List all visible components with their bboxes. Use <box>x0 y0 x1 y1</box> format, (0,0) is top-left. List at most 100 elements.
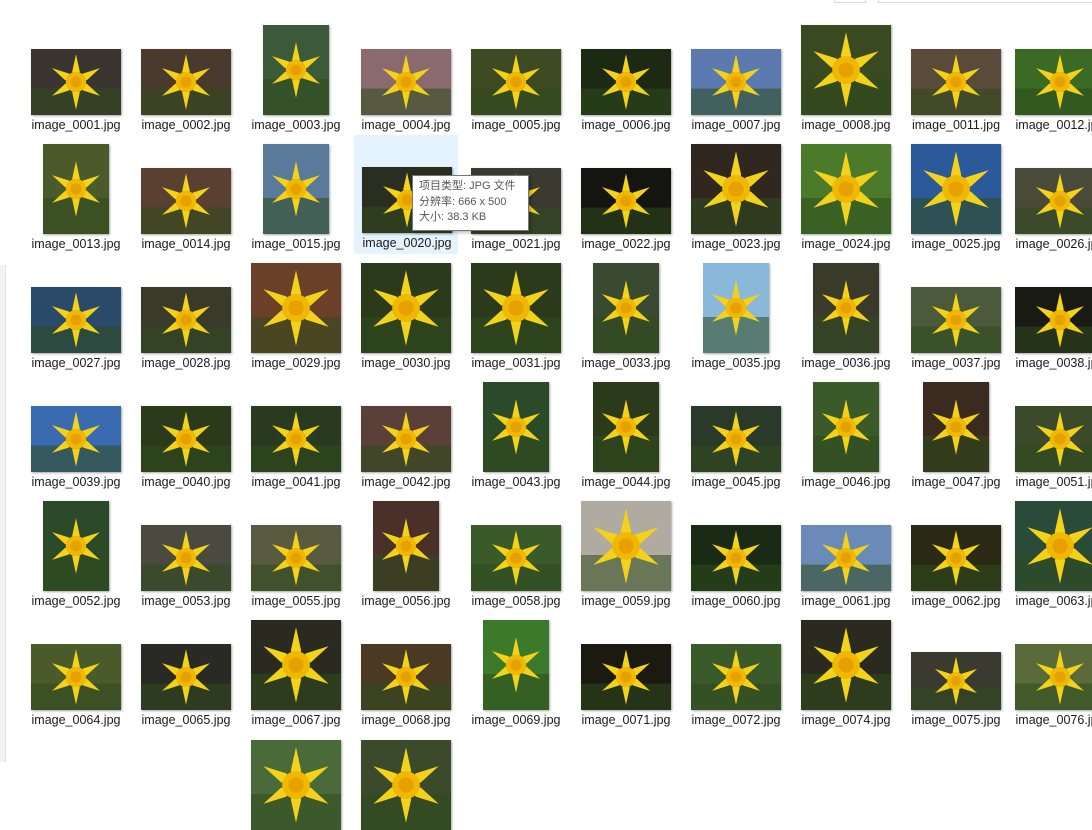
image-thumbnail <box>141 406 231 472</box>
image-thumbnail <box>251 263 341 353</box>
file-item[interactable]: image_0053.jpg <box>134 492 238 611</box>
file-item[interactable]: image_0029.jpg <box>244 254 348 373</box>
image-thumbnail <box>703 263 769 353</box>
image-thumbnail <box>691 644 781 710</box>
file-item[interactable]: image_0045.jpg <box>684 373 788 492</box>
file-item[interactable]: image_0014.jpg <box>134 135 238 254</box>
file-item[interactable]: image_0063.jpg <box>1008 492 1092 611</box>
file-item[interactable]: image_0026.jpg <box>1008 135 1092 254</box>
file-item[interactable]: image_0039.jpg <box>24 373 128 492</box>
file-item[interactable]: image_0022.jpg <box>574 135 678 254</box>
image-thumbnail <box>141 49 231 115</box>
file-name-label: image_0028.jpg <box>141 356 231 370</box>
file-item[interactable]: image_0008.jpg <box>794 16 898 135</box>
file-item[interactable]: image_0028.jpg <box>134 254 238 373</box>
file-item[interactable]: image_0035.jpg <box>684 254 788 373</box>
navigation-pane-edge <box>0 265 6 762</box>
file-item[interactable]: image_0074.jpg <box>794 611 898 730</box>
search-box-edge[interactable] <box>878 0 1092 3</box>
file-item[interactable]: image_0059.jpg <box>574 492 678 611</box>
file-name-label: image_0062.jpg <box>911 594 1001 608</box>
file-name-label: image_0063.jpg <box>1015 594 1092 608</box>
file-item[interactable]: image_0062.jpg <box>904 492 1008 611</box>
file-item[interactable]: image_0065.jpg <box>134 611 238 730</box>
file-item[interactable]: image_0047.jpg <box>904 373 1008 492</box>
file-item[interactable]: image_0072.jpg <box>684 611 788 730</box>
image-thumbnail <box>251 620 341 710</box>
file-item[interactable]: image_0042.jpg <box>354 373 458 492</box>
file-name-label: image_0033.jpg <box>581 356 671 370</box>
file-name-label: image_0045.jpg <box>691 475 781 489</box>
image-thumbnail <box>483 382 549 472</box>
file-item[interactable]: image_0076.jpg <box>1008 611 1092 730</box>
file-item[interactable]: image_0030.jpg <box>354 254 458 373</box>
file-item[interactable]: image_0040.jpg <box>134 373 238 492</box>
file-item[interactable]: image_0006.jpg <box>574 16 678 135</box>
file-name-label: image_0004.jpg <box>361 118 451 132</box>
file-item[interactable]: image_0002.jpg <box>134 16 238 135</box>
file-item[interactable]: image_0051.jpg <box>1008 373 1092 492</box>
file-item[interactable] <box>244 730 348 830</box>
file-item[interactable]: image_0068.jpg <box>354 611 458 730</box>
file-item[interactable]: image_0012.jpg <box>1008 16 1092 135</box>
file-name-label: image_0037.jpg <box>911 356 1001 370</box>
file-item[interactable]: image_0069.jpg <box>464 611 568 730</box>
file-item[interactable]: image_0015.jpg <box>244 135 348 254</box>
file-name-label: image_0025.jpg <box>911 237 1001 251</box>
file-name-label: image_0053.jpg <box>141 594 231 608</box>
file-item[interactable]: image_0023.jpg <box>684 135 788 254</box>
file-name-label: image_0031.jpg <box>471 356 561 370</box>
file-item[interactable] <box>354 730 458 830</box>
file-item[interactable]: image_0037.jpg <box>904 254 1008 373</box>
file-name-label: image_0007.jpg <box>691 118 781 132</box>
file-item[interactable]: image_0067.jpg <box>244 611 348 730</box>
file-name-label: image_0076.jpg <box>1015 713 1092 727</box>
file-name-label: image_0047.jpg <box>911 475 1001 489</box>
tooltip-size: 大小: 38.3 KB <box>419 211 487 223</box>
image-thumbnail <box>361 263 451 353</box>
file-item[interactable]: image_0024.jpg <box>794 135 898 254</box>
image-thumbnail <box>923 382 989 472</box>
file-item[interactable]: image_0071.jpg <box>574 611 678 730</box>
file-item[interactable]: image_0031.jpg <box>464 254 568 373</box>
file-item[interactable]: image_0044.jpg <box>574 373 678 492</box>
file-item[interactable]: image_0052.jpg <box>24 492 128 611</box>
file-item[interactable]: image_0011.jpg <box>904 16 1008 135</box>
image-thumbnail <box>31 406 121 472</box>
file-item[interactable]: image_0055.jpg <box>244 492 348 611</box>
image-thumbnail <box>813 263 879 353</box>
file-name-label: image_0003.jpg <box>251 118 341 132</box>
file-item[interactable]: image_0005.jpg <box>464 16 568 135</box>
file-name-label: image_0069.jpg <box>471 713 561 727</box>
file-item[interactable]: image_0033.jpg <box>574 254 678 373</box>
file-item[interactable]: image_0001.jpg <box>24 16 128 135</box>
file-item[interactable]: image_0043.jpg <box>464 373 568 492</box>
file-item[interactable]: image_0075.jpg <box>904 611 1008 730</box>
file-item[interactable]: image_0041.jpg <box>244 373 348 492</box>
file-item[interactable]: image_0025.jpg <box>904 135 1008 254</box>
file-item[interactable]: image_0061.jpg <box>794 492 898 611</box>
file-item[interactable]: image_0013.jpg <box>24 135 128 254</box>
file-name-label: image_0027.jpg <box>31 356 121 370</box>
file-item[interactable]: image_0004.jpg <box>354 16 458 135</box>
image-thumbnail <box>581 49 671 115</box>
image-thumbnail <box>1015 644 1092 710</box>
file-name-label: image_0021.jpg <box>471 237 561 251</box>
file-item[interactable]: image_0038.jpg <box>1008 254 1092 373</box>
file-item[interactable]: image_0060.jpg <box>684 492 788 611</box>
file-item[interactable]: image_0007.jpg <box>684 16 788 135</box>
file-item[interactable]: image_0064.jpg <box>24 611 128 730</box>
image-thumbnail <box>593 382 659 472</box>
file-item[interactable]: image_0027.jpg <box>24 254 128 373</box>
file-item[interactable]: image_0003.jpg <box>244 16 348 135</box>
file-name-label: image_0055.jpg <box>251 594 341 608</box>
file-name-label: image_0046.jpg <box>801 475 891 489</box>
toolbar-button-edge[interactable] <box>834 0 866 3</box>
file-item[interactable]: image_0058.jpg <box>464 492 568 611</box>
file-name-label: image_0015.jpg <box>251 237 341 251</box>
file-item[interactable]: image_0046.jpg <box>794 373 898 492</box>
file-name-label: image_0011.jpg <box>911 118 1001 132</box>
file-item[interactable]: image_0036.jpg <box>794 254 898 373</box>
file-name-label: image_0067.jpg <box>251 713 341 727</box>
file-item[interactable]: image_0056.jpg <box>354 492 458 611</box>
